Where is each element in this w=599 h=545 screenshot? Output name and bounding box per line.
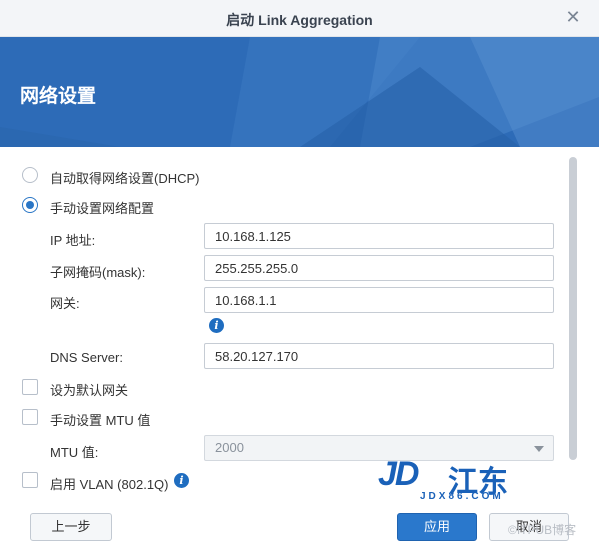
default-gateway-checkbox[interactable]	[22, 379, 38, 395]
mtu-label: MTU 值:	[50, 445, 99, 460]
close-icon[interactable]: ✕	[565, 8, 581, 26]
default-gateway-label: 设为默认网关	[50, 383, 129, 398]
vlan-label: 启用 VLAN (802.1Q)	[50, 477, 169, 492]
info-icon[interactable]: i	[209, 318, 224, 333]
vlan-info-icon[interactable]: i	[174, 473, 189, 488]
dialog-title: 启动 Link Aggregation	[226, 12, 373, 28]
watermark-logo-url: JDX86.COM	[420, 491, 504, 502]
gateway-label: 网关:	[50, 296, 80, 311]
manual-mtu-checkbox[interactable]	[22, 409, 38, 425]
manual-config-radio[interactable]	[22, 197, 38, 213]
dhcp-label: 自动取得网络设置(DHCP)	[50, 171, 200, 186]
dialog-titlebar: 启动 Link Aggregation ✕	[0, 0, 599, 37]
dns-server-input[interactable]	[204, 343, 554, 369]
chevron-down-icon	[534, 446, 544, 452]
manual-mtu-label: 手动设置 MTU 值	[50, 413, 151, 428]
back-button[interactable]: 上一步	[30, 513, 112, 541]
subnet-mask-input[interactable]	[204, 255, 554, 281]
dhcp-radio[interactable]	[22, 167, 38, 183]
subnet-mask-label: 子网掩码(mask):	[50, 265, 146, 280]
ip-address-input[interactable]	[204, 223, 554, 249]
ip-label: IP 地址:	[50, 233, 96, 248]
watermark-corner-text: ©ITPUB博客	[508, 523, 577, 537]
manual-config-label: 手动设置网络配置	[50, 201, 155, 216]
scrollbar[interactable]	[569, 157, 577, 460]
dns-label: DNS Server:	[50, 350, 123, 365]
apply-button[interactable]: 应用	[397, 513, 477, 541]
form-content: 自动取得网络设置(DHCP) 手动设置网络配置 IP 地址: 子网掩码(mask…	[0, 147, 599, 505]
header-banner: 网络设置	[0, 37, 599, 147]
page-heading: 网络设置	[20, 86, 97, 107]
watermark-logo: JD 江东 JDX86.COM	[378, 455, 558, 505]
vlan-checkbox[interactable]	[22, 472, 38, 488]
watermark-logo-mark: JD	[378, 455, 419, 493]
gateway-input[interactable]	[204, 287, 554, 313]
mtu-select-value: 2000	[215, 440, 244, 455]
